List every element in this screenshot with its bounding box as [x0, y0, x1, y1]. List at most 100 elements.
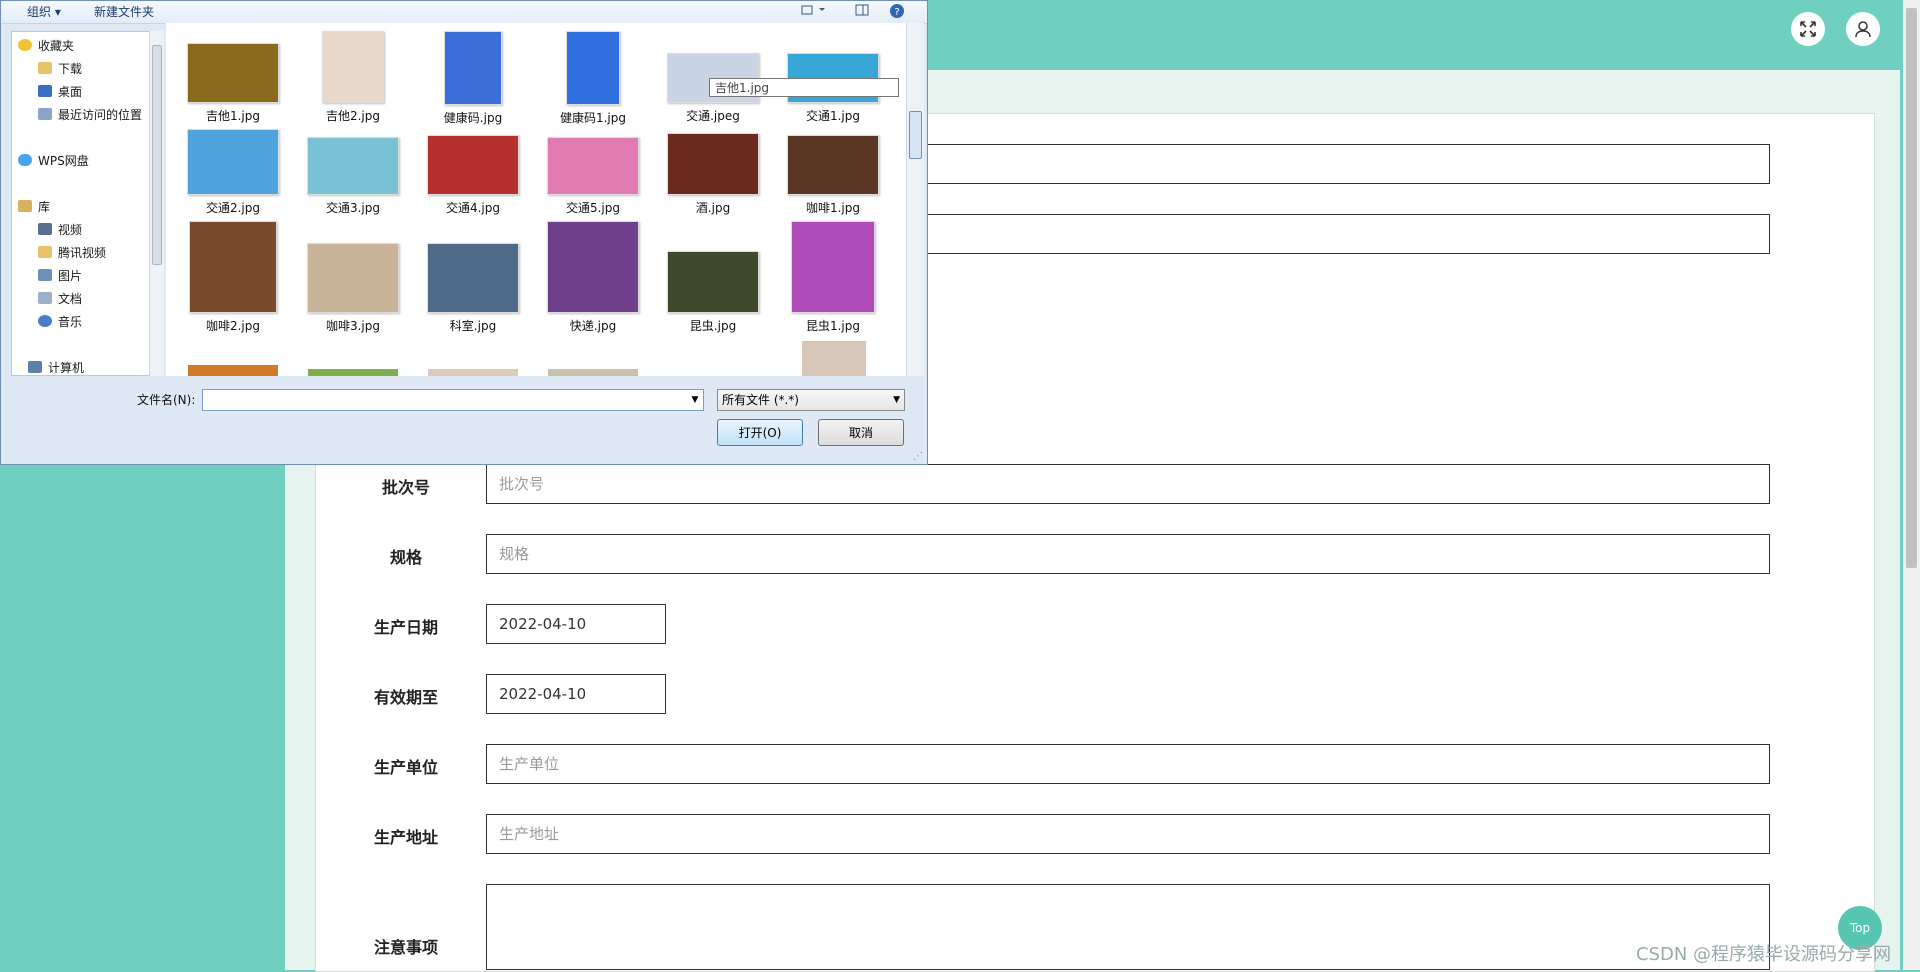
file-thumbnail [444, 31, 502, 105]
label-batch-no: 批次号 [381, 478, 430, 497]
file-thumbnail [547, 137, 639, 195]
open-button[interactable]: 打开(O) [717, 419, 803, 446]
file-item[interactable]: 交通3.jpg [298, 129, 408, 216]
file-thumbnail [189, 221, 277, 313]
file-item[interactable]: 咖啡1.jpg [778, 129, 888, 216]
folder-icon [38, 246, 52, 258]
filename-input[interactable] [202, 389, 704, 411]
nav-tencent-video[interactable]: 腾讯视频 [38, 243, 106, 261]
file-item[interactable]: 健康码.jpg [418, 31, 528, 126]
file-thumbnail-partial [188, 365, 278, 376]
music-icon [38, 315, 52, 327]
file-item[interactable]: 吉他2.jpg [298, 31, 408, 124]
label-notes: 注意事项 [373, 938, 438, 957]
file-item[interactable]: 交通2.jpg [178, 129, 288, 216]
organize-menu[interactable]: 组织 ▾ [27, 3, 61, 20]
batch-no-input[interactable] [486, 464, 1770, 504]
nav-desktop[interactable]: 桌面 [38, 82, 82, 100]
navigation-pane: 收藏夹 下载 桌面 最近访问的位置 WPS网盘 库 视频 腾讯视频 图片 文档 … [11, 31, 161, 376]
file-thumbnail [787, 135, 879, 195]
svg-text:?: ? [894, 7, 899, 18]
label-expiry-date: 有效期至 [373, 688, 438, 707]
nav-music[interactable]: 音乐 [38, 312, 82, 330]
file-item[interactable]: 咖啡2.jpg [178, 221, 288, 334]
pictures-icon [38, 269, 52, 281]
nav-recent[interactable]: 最近访问的位置 [38, 105, 142, 123]
page-scrollbar[interactable] [1903, 0, 1920, 970]
nav-videos[interactable]: 视频 [38, 220, 82, 238]
file-thumbnail [307, 243, 399, 313]
file-thumbnail [187, 43, 279, 103]
file-thumbnail-partial [308, 369, 398, 376]
nav-downloads[interactable]: 下载 [38, 59, 82, 77]
cancel-button[interactable]: 取消 [818, 419, 904, 446]
label-address: 生产地址 [373, 828, 438, 847]
cloud-icon [18, 154, 32, 166]
file-thumbnail [187, 129, 279, 195]
file-thumbnail [791, 221, 875, 313]
nav-documents[interactable]: 文档 [38, 289, 82, 307]
expiry-date-input[interactable] [486, 674, 666, 714]
page-scroll-thumb[interactable] [1906, 8, 1917, 568]
file-item[interactable]: 健康码1.jpg [538, 31, 648, 126]
file-item[interactable]: 吉他1.jpg [178, 31, 288, 124]
file-thumbnail [566, 31, 620, 105]
manufacturer-input[interactable] [486, 744, 1770, 784]
file-item[interactable]: 酒.jpg [658, 129, 768, 216]
help-icon[interactable]: ? [889, 3, 905, 22]
new-folder-button[interactable]: 新建文件夹 [94, 3, 154, 20]
user-button[interactable] [1846, 12, 1880, 46]
file-item[interactable]: 咖啡3.jpg [298, 221, 408, 334]
view-options-icon[interactable] [801, 4, 827, 19]
file-item[interactable]: 昆虫1.jpg [778, 221, 888, 334]
file-item[interactable]: 交通4.jpg [418, 129, 528, 216]
label-production-date: 生产日期 [373, 618, 438, 637]
nav-scroll-thumb[interactable] [152, 45, 162, 265]
file-thumbnail-partial [802, 341, 866, 376]
nav-computer[interactable]: 计算机 [28, 358, 84, 375]
file-list-scroll-thumb[interactable] [909, 111, 922, 159]
file-list-scrollbar[interactable] [906, 23, 924, 376]
label-spec: 规格 [389, 548, 422, 567]
file-item[interactable]: 快递.jpg [538, 221, 648, 334]
notes-textarea[interactable] [486, 884, 1770, 970]
documents-icon [38, 292, 52, 304]
nav-favorites[interactable]: 收藏夹 [18, 36, 74, 54]
label-manufacturer: 生产单位 [373, 758, 438, 777]
spec-input[interactable] [486, 534, 1770, 574]
watermark: CSDN @程序猿毕设源码分享网 [1636, 944, 1892, 965]
chevron-down-icon: ▼ [893, 395, 900, 405]
nav-library[interactable]: 库 [18, 197, 50, 215]
video-icon [38, 223, 52, 235]
download-folder-icon [38, 62, 52, 74]
chevron-down-icon[interactable]: ▼ [687, 390, 703, 410]
filename-label: 文件名(N): [137, 393, 196, 407]
file-item[interactable]: 昆虫.jpg [658, 221, 768, 334]
file-item[interactable]: 科室.jpg [418, 221, 528, 334]
file-thumbnail [667, 251, 759, 313]
file-list: 吉他1.jpg 吉他2.jpg 健康码.jpg 健康码1.jpg 交通.jpeg… [166, 23, 906, 376]
nav-wps[interactable]: WPS网盘 [18, 151, 89, 169]
production-date-input[interactable] [486, 604, 666, 644]
file-item[interactable]: 交通5.jpg [538, 129, 648, 216]
file-thumbnail-partial [548, 369, 638, 376]
desktop-icon [38, 85, 52, 97]
file-open-dialog: 组织 ▾ 新建文件夹 ? 收藏夹 下载 桌面 最近访问的位置 WPS网盘 库 视… [0, 0, 928, 465]
file-thumbnail [427, 135, 519, 195]
file-thumbnail [667, 133, 759, 195]
library-icon [18, 200, 32, 212]
file-type-select[interactable]: 所有文件 (*.*) ▼ [717, 389, 905, 411]
preview-pane-icon[interactable] [855, 4, 869, 19]
star-icon [18, 39, 32, 51]
nav-scrollbar[interactable] [149, 31, 164, 376]
fullscreen-button[interactable] [1791, 12, 1825, 46]
file-thumbnail [427, 243, 519, 313]
user-icon [1855, 21, 1871, 38]
file-thumbnail-partial [428, 369, 518, 376]
address-input[interactable] [486, 814, 1770, 854]
resize-grip-icon[interactable]: ⋰ [913, 451, 923, 462]
dialog-toolbar: 组织 ▾ 新建文件夹 ? [1, 1, 927, 24]
file-thumbnail [307, 137, 399, 195]
nav-pictures[interactable]: 图片 [38, 266, 82, 284]
file-thumbnail [322, 31, 384, 103]
